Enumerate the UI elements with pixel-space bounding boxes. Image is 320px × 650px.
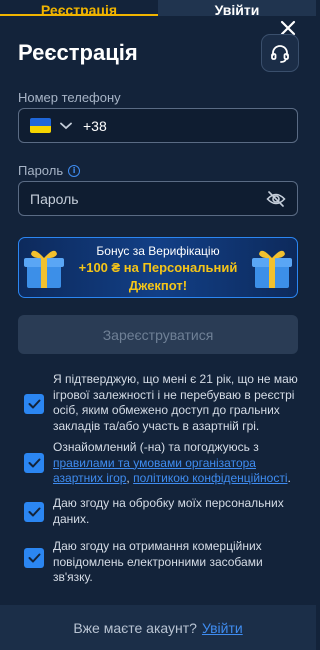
checkbox[interactable]: [24, 548, 44, 568]
banner-text: Бонус за Верифікацію +100 ₴ на Персональ…: [69, 243, 247, 295]
phone-label: Номер телефону: [18, 90, 121, 105]
ukraine-flag-icon[interactable]: [30, 118, 51, 133]
phone-prefix[interactable]: +38: [83, 118, 107, 134]
consent-text: Даю згоду на обробку моїх персональних д…: [53, 496, 284, 526]
consent-personal-data: Даю згоду на обробку моїх персональних д…: [24, 496, 300, 527]
headset-icon: [271, 45, 289, 63]
consent-text: Ознайомлений (-на) та погоджуюсь з прави…: [53, 440, 300, 487]
password-label: Пароль i: [18, 163, 81, 178]
consent-text-end: .: [287, 471, 291, 485]
checkbox[interactable]: [24, 453, 44, 473]
password-label-text: Пароль: [18, 163, 64, 178]
gift-box-icon: [21, 246, 67, 295]
auth-tabs: Реєстрація Увійти: [0, 0, 316, 16]
chevron-down-icon[interactable]: [60, 120, 72, 132]
checkmark-icon: [28, 507, 40, 517]
phone-field[interactable]: +38: [18, 108, 298, 143]
checkmark-icon: [28, 458, 40, 468]
support-button[interactable]: [261, 34, 299, 72]
register-button[interactable]: Зареєструватися: [18, 315, 298, 354]
tab-login[interactable]: Увійти: [158, 0, 316, 16]
privacy-policy-link[interactable]: політикою конфіденційності: [133, 471, 287, 485]
have-account-text: Вже маєте акаунт?: [73, 619, 197, 636]
footer: Вже маєте акаунт? Увійти: [0, 605, 316, 650]
consent-text-start: Ознайомлений (-на) та погоджуюсь з: [53, 440, 259, 454]
checkbox[interactable]: [24, 394, 44, 414]
eye-off-icon[interactable]: [265, 190, 287, 208]
checkmark-icon: [28, 399, 40, 409]
checkbox[interactable]: [24, 502, 44, 522]
consent-age: Я підтверджую, що мені є 21 рік, що не м…: [24, 372, 300, 434]
verification-bonus-banner[interactable]: Бонус за Верифікацію +100 ₴ на Персональ…: [18, 237, 298, 298]
active-tab-indicator: [0, 14, 158, 16]
consent-text: Я підтверджую, що мені є 21 рік, що не м…: [53, 372, 298, 433]
gift-box-icon: [249, 246, 295, 295]
info-icon[interactable]: i: [68, 164, 81, 177]
page-title: Реєстрація: [18, 40, 138, 65]
phone-label-text: Номер телефону: [18, 90, 121, 105]
password-field[interactable]: [18, 181, 298, 216]
checkmark-icon: [28, 553, 40, 563]
consent-marketing: Даю згоду на отримання комерційних повід…: [24, 539, 300, 586]
banner-line-2: +100 ₴ на Персональний: [78, 260, 238, 275]
consent-rules: Ознайомлений (-на) та погоджуюсь з прави…: [24, 440, 300, 487]
password-input[interactable]: [30, 190, 265, 207]
banner-line-1: Бонус за Верифікацію: [96, 244, 220, 258]
consent-text: Даю згоду на отримання комерційних повід…: [53, 539, 263, 584]
banner-line-3: Джекпот!: [128, 278, 188, 293]
login-link[interactable]: Увійти: [202, 620, 243, 636]
